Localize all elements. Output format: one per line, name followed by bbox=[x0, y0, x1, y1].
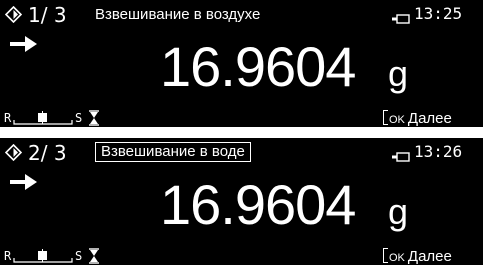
balance-screen-step-2: 2/ 3 Взвешивание в воде 13:26 16.9604 g … bbox=[0, 138, 483, 265]
right-arrow-icon bbox=[10, 35, 38, 58]
range-indicator: R bbox=[4, 111, 12, 125]
weight-unit: g bbox=[388, 53, 409, 94]
softkey-bracket bbox=[383, 110, 388, 125]
density-diamond-icon bbox=[4, 5, 23, 28]
level-indicator-icon bbox=[12, 248, 74, 269]
stability-label: S bbox=[75, 111, 83, 125]
level-indicator-icon bbox=[12, 110, 74, 131]
balance-screen-step-1: 1/ 3 Взвешивание в воздухе 13:25 16.9604… bbox=[0, 0, 483, 127]
ok-label: OK bbox=[389, 114, 405, 126]
stability-hourglass-icon bbox=[88, 110, 100, 131]
density-diamond-icon bbox=[4, 143, 23, 166]
range-indicator: R bbox=[4, 249, 12, 263]
status-bar: R S OK Далее bbox=[0, 247, 483, 265]
next-label: Далее bbox=[407, 110, 452, 127]
battery-icon bbox=[392, 11, 410, 29]
header-bar: 1/ 3 Взвешивание в воздухе 13:25 bbox=[0, 3, 483, 27]
next-softkey[interactable]: OK Далее bbox=[383, 248, 452, 267]
stability-hourglass-icon bbox=[88, 248, 100, 269]
status-bar: R S OK Далее bbox=[0, 109, 483, 127]
battery-icon bbox=[392, 149, 410, 167]
next-label: Далее bbox=[407, 248, 452, 265]
step-counter: 2/ 3 bbox=[28, 141, 67, 165]
weight-value: 16.9604 bbox=[160, 35, 356, 98]
mode-label-selected[interactable]: Взвешивание в воде bbox=[95, 142, 251, 162]
clock-time: 13:26 bbox=[414, 142, 463, 161]
softkey-bracket bbox=[383, 248, 388, 263]
clock-time: 13:25 bbox=[414, 4, 463, 23]
step-counter: 1/ 3 bbox=[28, 3, 67, 27]
stability-label: S bbox=[75, 249, 83, 263]
ok-label: OK bbox=[389, 252, 405, 264]
weight-unit: g bbox=[388, 191, 409, 232]
header-bar: 2/ 3 Взвешивание в воде 13:26 bbox=[0, 141, 483, 165]
next-softkey[interactable]: OK Далее bbox=[383, 110, 452, 129]
right-arrow-icon bbox=[10, 173, 38, 196]
weight-value: 16.9604 bbox=[160, 173, 356, 236]
mode-label[interactable]: Взвешивание в воздухе bbox=[95, 6, 260, 24]
